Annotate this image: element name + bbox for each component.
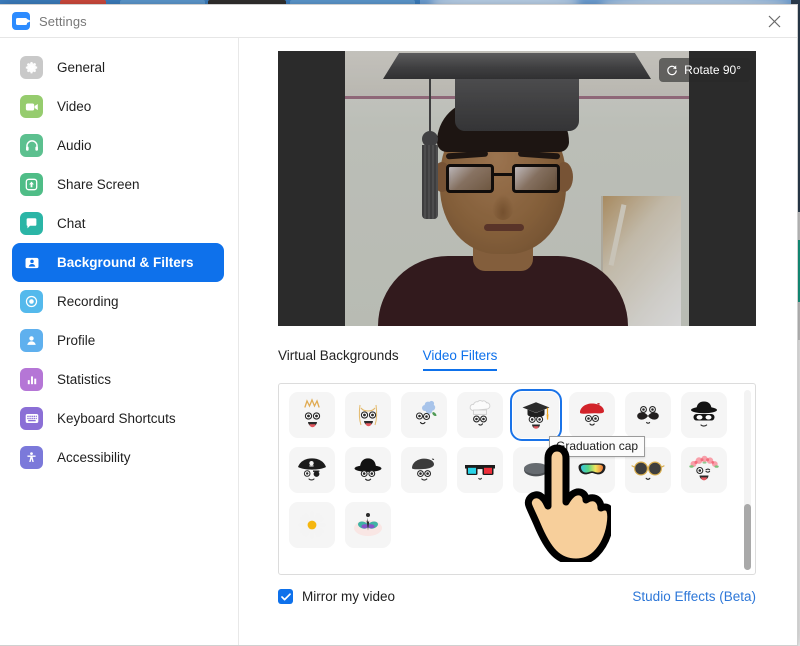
graduation-cap-body — [455, 75, 579, 131]
sidebar: General Video — [0, 38, 239, 645]
filter-tooltip: Graduation cap — [549, 436, 645, 457]
sidebar-item-label: General — [57, 60, 105, 75]
sidebar-item-label: Accessibility — [57, 450, 131, 465]
filter-thumbnail-graduation-cap[interactable] — [513, 392, 559, 438]
filter-thumbnail-mustache[interactable] — [625, 392, 671, 438]
filter-thumbnail-chef-hat[interactable] — [457, 392, 503, 438]
filter-thumbnail-pirate-hat[interactable] — [289, 447, 335, 493]
checkmark-icon — [281, 593, 291, 601]
sidebar-item-keyboard-shortcuts[interactable]: Keyboard Shortcuts — [12, 399, 224, 438]
settings-window: Settings General — [0, 4, 798, 646]
video-preview: Rotate 90° — [278, 51, 756, 326]
person-icon — [20, 329, 43, 352]
rotate-button-label: Rotate 90° — [684, 63, 741, 77]
window-body: General Video — [0, 38, 797, 645]
sidebar-item-chat[interactable]: Chat — [12, 204, 224, 243]
window-title: Settings — [39, 14, 87, 29]
content-area: Rotate 90° Virtual Backgrounds Video Fil… — [239, 38, 797, 645]
title-bar: Settings — [0, 5, 797, 38]
filters-scrollbar-thumb[interactable] — [744, 504, 751, 570]
sidebar-item-share-screen[interactable]: Share Screen — [12, 165, 224, 204]
filter-thumbnail-crown[interactable] — [289, 392, 335, 438]
rotate-icon — [666, 64, 678, 76]
filter-thumbnail-fedora[interactable] — [345, 447, 391, 493]
sidebar-item-recording[interactable]: Recording — [12, 282, 224, 321]
mirror-my-video-checkbox[interactable] — [278, 589, 293, 604]
headphones-icon — [20, 134, 43, 157]
sidebar-item-label: Video — [57, 99, 91, 114]
sidebar-item-background-and-filters[interactable]: Background & Filters — [12, 243, 224, 282]
keyboard-icon — [20, 407, 43, 430]
sidebar-item-label: Recording — [57, 294, 119, 309]
filters-scrollbar[interactable] — [744, 390, 751, 570]
tab-virtual-backgrounds[interactable]: Virtual Backgrounds — [278, 348, 399, 371]
person-card-icon — [20, 251, 43, 274]
graduation-cap-board — [383, 53, 651, 79]
video-filters-grid — [279, 384, 755, 574]
video-filters-panel: Graduation cap — [278, 383, 756, 575]
filter-thumbnail-flower[interactable] — [401, 392, 447, 438]
sidebar-item-label: Keyboard Shortcuts — [57, 411, 176, 426]
sidebar-item-label: Background & Filters — [57, 255, 194, 270]
record-circle-icon — [20, 290, 43, 313]
filter-thumbnail-red-beret[interactable] — [569, 392, 615, 438]
sidebar-item-label: Statistics — [57, 372, 111, 387]
close-icon[interactable] — [751, 5, 797, 37]
sidebar-item-profile[interactable]: Profile — [12, 321, 224, 360]
video-frame — [345, 51, 689, 326]
mirror-my-video-option[interactable]: Mirror my video — [278, 589, 395, 604]
gear-icon — [20, 56, 43, 79]
sidebar-item-label: Audio — [57, 138, 92, 153]
filter-thumbnail-grey-beret[interactable] — [401, 447, 447, 493]
mirror-my-video-label: Mirror my video — [302, 589, 395, 604]
sidebar-item-accessibility[interactable]: Accessibility — [12, 438, 224, 477]
filter-thumbnail-bandit-hat[interactable] — [681, 392, 727, 438]
sidebar-item-statistics[interactable]: Statistics — [12, 360, 224, 399]
rotate-90-button[interactable]: Rotate 90° — [659, 58, 750, 82]
sidebar-item-label: Profile — [57, 333, 95, 348]
eyeglasses — [446, 164, 560, 194]
sidebar-item-audio[interactable]: Audio — [12, 126, 224, 165]
filter-thumbnail-necklace[interactable] — [345, 392, 391, 438]
studio-effects-link[interactable]: Studio Effects (Beta) — [632, 589, 756, 604]
sidebar-item-label: Share Screen — [57, 177, 140, 192]
filters-tabs: Virtual Backgrounds Video Filters — [278, 348, 757, 371]
tab-video-filters[interactable]: Video Filters — [423, 348, 498, 371]
filter-thumbnail-butterfly[interactable] — [345, 502, 391, 548]
nose — [492, 194, 514, 220]
chat-bubble-icon — [20, 212, 43, 235]
video-camera-icon — [20, 95, 43, 118]
filter-thumbnail-daisy[interactable] — [289, 502, 335, 548]
sidebar-item-general[interactable]: General — [12, 48, 224, 87]
tassel-fringe — [422, 145, 438, 219]
mouth — [484, 224, 524, 231]
share-screen-icon — [20, 173, 43, 196]
filter-thumbnail-3d-glasses[interactable] — [457, 447, 503, 493]
filter-thumbnail-rose-crown[interactable] — [681, 447, 727, 493]
accessibility-icon — [20, 446, 43, 469]
filters-footer: Mirror my video Studio Effects (Beta) — [278, 589, 756, 604]
sidebar-item-label: Chat — [57, 216, 86, 231]
zoom-camera-icon — [12, 12, 30, 30]
bar-chart-icon — [20, 368, 43, 391]
sidebar-item-video[interactable]: Video — [12, 87, 224, 126]
